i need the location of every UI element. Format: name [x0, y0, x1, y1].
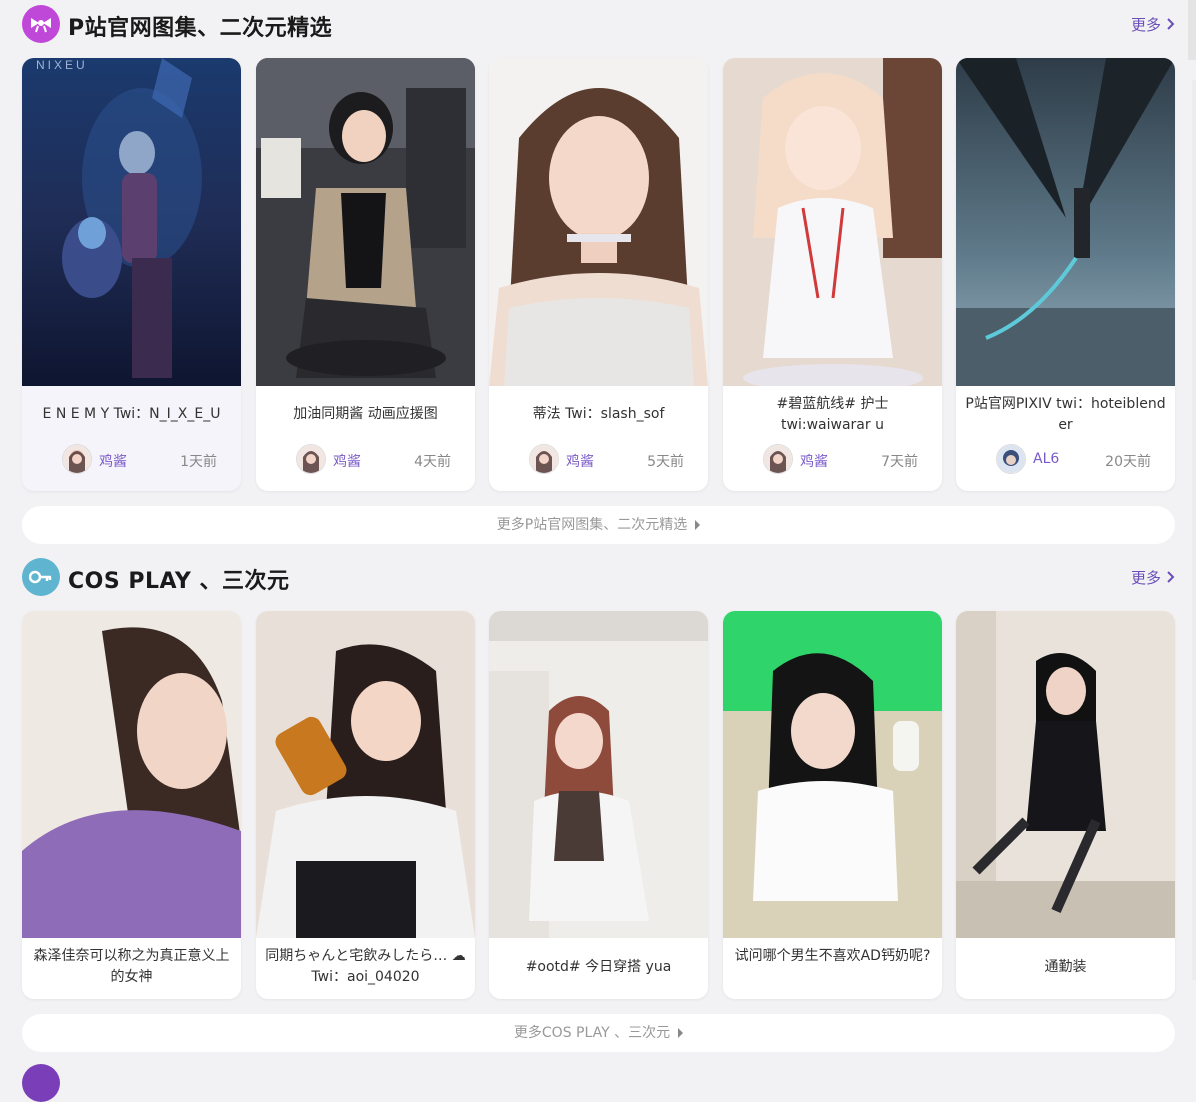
card-thumbnail [489, 58, 708, 386]
card-thumbnail [489, 611, 708, 938]
post-time: 7天前 [881, 454, 918, 470]
card-thumbnail [22, 611, 241, 938]
card[interactable]: #ootd# 今日穿搭 yua [489, 611, 708, 999]
avatar[interactable] [996, 444, 1026, 474]
more-bar-button[interactable]: 更多P站官网图集、二次元精选 [22, 506, 1175, 544]
avatar[interactable] [62, 444, 92, 474]
card-title: 森泽佳奈可以称之为真正意义上的女神 [33, 948, 230, 985]
card-title: #ootd# 今日穿搭 yua [525, 959, 672, 975]
card-thumbnail [256, 58, 475, 386]
avatar[interactable] [763, 444, 793, 474]
card[interactable]: 蒂法 Twi：slash_sof 鸡酱 5天前 [489, 58, 708, 491]
user-name[interactable]: 鸡酱 [566, 451, 594, 471]
user-name[interactable]: 鸡酱 [800, 451, 828, 471]
user-name[interactable]: AL6 [1033, 451, 1059, 467]
key-icon [22, 558, 60, 596]
card-thumbnail [956, 58, 1175, 386]
chevron-right-icon [1167, 569, 1175, 587]
card[interactable]: 加油同期酱 动画应援图 鸡酱 4天前 [256, 58, 475, 491]
post-time: 1天前 [180, 454, 217, 470]
card-thumbnail [956, 611, 1175, 938]
card[interactable]: 通勤装 [956, 611, 1175, 999]
post-time: 5天前 [647, 454, 684, 470]
right-edge-panel [1188, 0, 1196, 60]
card-title: 蒂法 Twi：slash_sof [532, 406, 665, 422]
more-bar-button[interactable]: 更多COS PLAY 、三次元 [22, 1014, 1175, 1052]
card-grid: NIXEU E N E M Y Twi：N_I_X_E_U 鸡酱 1天前 加油同… [22, 58, 1175, 492]
card-title: E N E M Y Twi：N_I_X_E_U [42, 406, 221, 422]
card-thumbnail [256, 611, 475, 938]
user-name[interactable]: 鸡酱 [99, 451, 127, 471]
section-header: COS PLAY 、三次元 更多 [22, 555, 1175, 599]
card[interactable]: P站官网PIXIV twi：hoteiblend er AL6 20天前 [956, 58, 1175, 491]
card-thumbnail [723, 611, 942, 938]
card[interactable]: 森泽佳奈可以称之为真正意义上的女神 [22, 611, 241, 999]
section-title: P站官网图集、二次元精选 [68, 16, 333, 41]
card-thumbnail [22, 58, 241, 386]
card-title: 试问哪个男生不喜欢AD钙奶呢? [734, 948, 931, 964]
bow-icon [22, 5, 60, 43]
card[interactable]: NIXEU E N E M Y Twi：N_I_X_E_U 鸡酱 1天前 [22, 58, 241, 491]
card-title: 同期ちゃんと宅飲みしたら… ☁ Twi：aoi_04020 [265, 948, 466, 985]
post-time: 4天前 [414, 454, 451, 470]
card-title: P站官网PIXIV twi：hoteiblend er [965, 396, 1166, 433]
card-grid: 森泽佳奈可以称之为真正意义上的女神 同期ちゃんと宅飲みしたら… ☁ Twi：ao… [22, 611, 1175, 1001]
section-header: P站官网图集、二次元精选 更多 [22, 2, 1175, 46]
card-meta: 鸡酱 4天前 [256, 444, 475, 476]
card-meta: 鸡酱 1天前 [22, 444, 241, 476]
card[interactable]: #碧蓝航线# 护士 twi:waiwarar u 鸡酱 7天前 [723, 58, 942, 491]
caret-right-icon [678, 1028, 684, 1038]
more-bar-label: 更多COS PLAY 、三次元 [513, 1025, 671, 1041]
section-anime: P站官网图集、二次元精选 更多 NIXEU E N E M Y Twi：N_I_… [22, 2, 1175, 547]
thumbnail-watermark: NIXEU [36, 58, 88, 72]
more-link[interactable]: 更多 [1131, 14, 1175, 35]
card-meta: AL6 20天前 [956, 444, 1175, 476]
card-meta: 鸡酱 5天前 [489, 444, 708, 476]
caret-right-icon [695, 520, 701, 530]
chevron-right-icon [1167, 16, 1175, 34]
more-link[interactable]: 更多 [1131, 567, 1175, 588]
card-title: 加油同期酱 动画应援图 [293, 406, 438, 422]
card[interactable]: 试问哪个男生不喜欢AD钙奶呢? [723, 611, 942, 999]
card-thumbnail [723, 58, 942, 386]
more-label: 更多 [1130, 16, 1161, 34]
avatar[interactable] [529, 444, 559, 474]
post-time: 20天前 [1105, 454, 1151, 470]
section-title: COS PLAY 、三次元 [68, 569, 290, 594]
more-label: 更多 [1130, 569, 1161, 587]
card-meta: 鸡酱 7天前 [723, 444, 942, 476]
card[interactable]: 同期ちゃんと宅飲みしたら… ☁ Twi：aoi_04020 [256, 611, 475, 999]
more-bar-label: 更多P站官网图集、二次元精选 [496, 517, 688, 533]
section-cosplay: COS PLAY 、三次元 更多 森泽佳奈可以称之为真正意义上的女神 同期ちゃん… [22, 555, 1175, 1055]
right-edge-marker [1192, 80, 1196, 980]
card-title: 通勤装 [1044, 959, 1087, 975]
avatar[interactable] [296, 444, 326, 474]
card-title: #碧蓝航线# 护士 twi:waiwarar u [776, 396, 889, 433]
next-section-icon [22, 1064, 60, 1102]
user-name[interactable]: 鸡酱 [333, 451, 361, 471]
